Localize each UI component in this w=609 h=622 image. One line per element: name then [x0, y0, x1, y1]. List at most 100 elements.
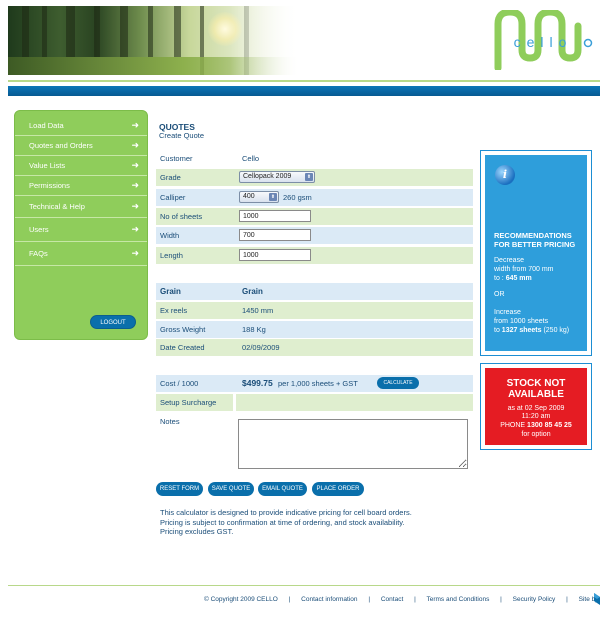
- cost-amount: $499.75: [242, 378, 273, 388]
- calliper-gsm: 260 gsm: [283, 193, 312, 202]
- arrow-right-icon: ➜: [131, 248, 139, 258]
- stock-title-line: AVAILABLE: [508, 389, 564, 400]
- increase-line: to 1327 sheets (250 kg): [494, 327, 570, 334]
- customer-row: Customer Cello: [156, 150, 473, 167]
- footer-separator: |: [368, 596, 371, 603]
- width-input[interactable]: [239, 229, 311, 241]
- ex-reels-row: Ex reels 1450 mm: [156, 302, 473, 319]
- arrow-right-icon: ➜: [131, 120, 139, 130]
- cost-row: Cost / 1000 $499.75 per 1,000 sheets + G…: [156, 375, 473, 392]
- sidebar-item-quotes-and-orders[interactable]: Quotes and Orders ➜: [15, 136, 147, 156]
- sidebar-item-users[interactable]: Users ➜: [15, 218, 147, 242]
- cello-logo[interactable]: cello: [492, 8, 594, 72]
- calliper-select[interactable]: 400 ⬍: [239, 191, 279, 203]
- arrow-right-icon: ➜: [131, 201, 139, 211]
- stock-status-box: STOCK NOT AVAILABLE as at 02 Sep 2009 11…: [485, 368, 587, 445]
- disclaimer-line: Pricing excludes GST.: [160, 527, 234, 536]
- save-quote-button[interactable]: SAVE QUOTE: [208, 482, 254, 496]
- decrease-line: width from 700 mm: [494, 266, 554, 273]
- footer-link-terms[interactable]: Terms and Conditions: [426, 596, 489, 603]
- notes-textarea[interactable]: [238, 419, 468, 469]
- disclaimer-line: This calculator is designed to provide i…: [160, 508, 412, 517]
- logout-button[interactable]: LOGOUT: [90, 315, 136, 329]
- stock-phone: PHONE 1300 85 45 25: [485, 422, 587, 430]
- sidebar-item-label: Permissions: [29, 181, 70, 190]
- grade-select-value: Cellopack 2009: [243, 173, 292, 180]
- recommendations-box: i RECOMMENDATIONS FOR BETTER PRICING Dec…: [485, 155, 587, 351]
- ex-reels-value: 1450 mm: [242, 306, 274, 315]
- decrease-line: to : 645 mm: [494, 275, 532, 282]
- recommendations-title-line: RECOMMENDATIONS: [494, 231, 572, 240]
- place-order-button[interactable]: PLACE ORDER: [312, 482, 364, 496]
- sheets-input[interactable]: [239, 210, 311, 222]
- chevron-updown-icon: ⬍: [269, 193, 277, 201]
- cost-note: per 1,000 sheets + GST: [278, 379, 358, 388]
- footer-link-security[interactable]: Security Policy: [513, 596, 556, 603]
- date-created-row: Date Created 02/09/2009: [156, 339, 473, 356]
- reset-form-button[interactable]: RESET FORM: [156, 482, 203, 496]
- arrow-right-icon: ➜: [131, 140, 139, 150]
- or-text: OR: [494, 291, 505, 298]
- setup-surcharge-row: Setup Surcharge: [156, 394, 473, 411]
- increase-line: from 1000 sheets: [494, 318, 549, 325]
- grade-select[interactable]: Cellopack 2009 ⬍: [239, 171, 315, 183]
- stock-status-panel: STOCK NOT AVAILABLE as at 02 Sep 2009 11…: [480, 363, 592, 450]
- sidebar-item-value-lists[interactable]: Value Lists ➜: [15, 156, 147, 176]
- calliper-select-value: 400: [243, 193, 255, 200]
- site-by-logo-icon[interactable]: [593, 592, 601, 606]
- customer-value: Cello: [242, 154, 260, 163]
- increase-text: Increase from 1000 sheets to 1327 sheets…: [494, 308, 586, 335]
- grade-label: Grade: [160, 173, 181, 182]
- length-input[interactable]: [239, 249, 311, 261]
- footer-links: © Copyright 2009 CELLO | Contact informa…: [204, 596, 599, 603]
- email-quote-button[interactable]: EMAIL QUOTE: [258, 482, 307, 496]
- recommendations-title: RECOMMENDATIONS FOR BETTER PRICING: [494, 231, 586, 249]
- calliper-label: Calliper: [160, 193, 186, 202]
- stock-phone-number[interactable]: 1300 85 45 25: [527, 422, 572, 429]
- date-created-label: Date Created: [160, 343, 205, 352]
- sidebar-item-label: Value Lists: [29, 161, 66, 170]
- sidebar-item-technical-help[interactable]: Technical & Help ➜: [15, 196, 147, 218]
- sidebar-nav: Load Data ➜ Quotes and Orders ➜ Value Li…: [14, 110, 148, 340]
- stock-title-line: STOCK NOT: [506, 378, 566, 389]
- gross-weight-value: 188 Kg: [242, 325, 266, 334]
- arrow-right-icon: ➜: [131, 160, 139, 170]
- sidebar-item-label: Load Data: [29, 121, 64, 130]
- calculate-button[interactable]: CALCULATE: [377, 377, 419, 389]
- gross-weight-label: Gross Weight: [160, 325, 206, 334]
- recommendations-title-line: FOR BETTER PRICING: [494, 240, 576, 249]
- sidebar-item-label: Technical & Help: [29, 202, 85, 211]
- copyright-text: © Copyright 2009 CELLO: [204, 596, 278, 603]
- decrease-text: Decrease width from 700 mm to : 645 mm: [494, 256, 586, 283]
- grain-header-left: Grain: [160, 287, 181, 296]
- logo-text: cello: [513, 34, 573, 50]
- footer-link-contact-information[interactable]: Contact information: [301, 596, 357, 603]
- footer-separator: |: [288, 596, 291, 603]
- info-icon: i: [495, 165, 515, 185]
- gross-weight-row: Gross Weight 188 Kg: [156, 321, 473, 338]
- stock-phone-label: PHONE: [500, 422, 526, 429]
- grain-header-row: Grain Grain: [156, 283, 473, 300]
- sidebar-item-label: FAQs: [29, 249, 48, 258]
- stock-time: 11:20 am: [521, 413, 551, 420]
- length-label: Length: [160, 251, 183, 260]
- sheets-row: No of sheets: [156, 208, 473, 225]
- arrow-right-icon: ➜: [131, 224, 139, 234]
- disclaimer-text: This calculator is designed to provide i…: [160, 508, 460, 537]
- notes-label: Notes: [160, 417, 180, 426]
- width-label: Width: [160, 231, 180, 240]
- date-created-value: 02/09/2009: [242, 343, 280, 352]
- sidebar-item-load-data[interactable]: Load Data ➜: [15, 116, 147, 136]
- sidebar-item-permissions[interactable]: Permissions ➜: [15, 176, 147, 196]
- footer-link-contact[interactable]: Contact: [381, 596, 403, 603]
- forest-banner-image: [8, 6, 300, 75]
- width-row: Width: [156, 227, 473, 244]
- header-divider: [8, 80, 600, 82]
- sheets-label: No of sheets: [160, 212, 203, 221]
- sidebar-item-label: Users: [29, 225, 49, 234]
- stock-title: STOCK NOT AVAILABLE: [485, 378, 587, 400]
- stock-for-option: for option: [521, 431, 551, 438]
- customer-label: Customer: [160, 154, 193, 163]
- sidebar-item-faqs[interactable]: FAQs ➜: [15, 242, 147, 266]
- stock-as-at: as at 02 Sep 2009: [507, 405, 565, 412]
